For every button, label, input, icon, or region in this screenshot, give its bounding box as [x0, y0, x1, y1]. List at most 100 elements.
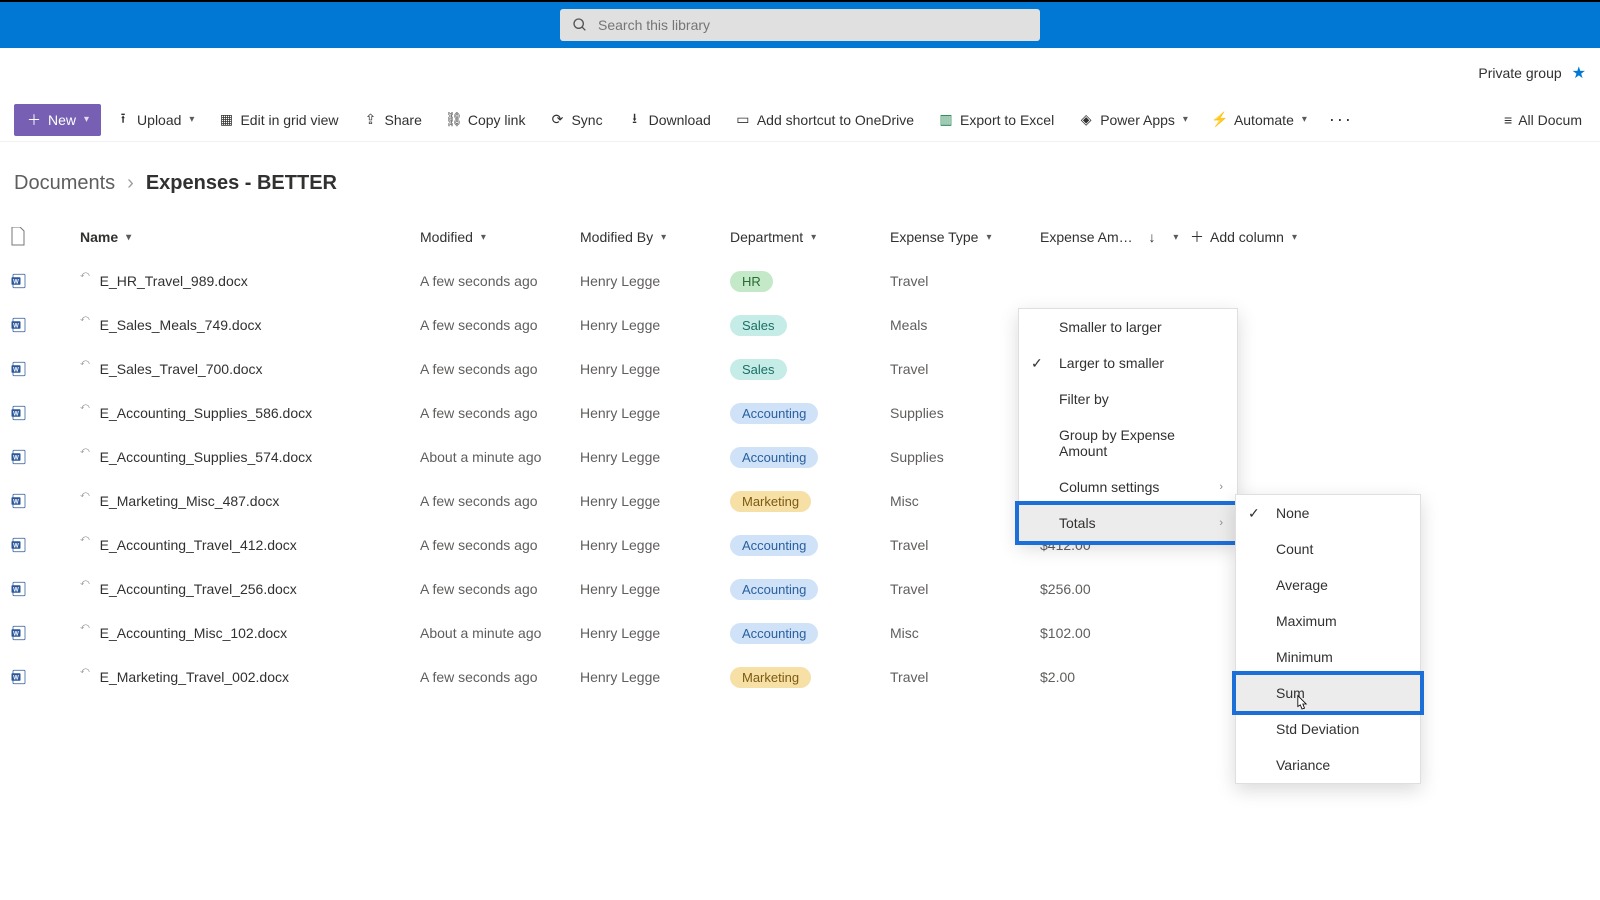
menu-label: Group by Expense Amount [1059, 427, 1223, 459]
column-name[interactable]: Name▾ [80, 229, 420, 245]
suite-header [0, 0, 1600, 48]
modified-cell: About a minute ago [420, 625, 580, 641]
modified-cell: A few seconds ago [420, 273, 580, 289]
file-name: E_Sales_Travel_700.docx [100, 361, 263, 377]
column-expense-amount[interactable]: Expense Am… ↓ ▾ [1040, 229, 1190, 245]
power-apps-button[interactable]: ◈ Power Apps ▾ [1068, 106, 1198, 134]
column-expense-type-label: Expense Type [890, 229, 978, 245]
file-name-cell[interactable]: ⤺E_Accounting_Travel_412.docx [80, 537, 420, 553]
modified-by-cell: Henry Legge [580, 493, 730, 509]
expense-amount-cell: $2.00 [1040, 669, 1190, 685]
file-name-cell[interactable]: ⤺E_Accounting_Travel_256.docx [80, 581, 420, 597]
expense-type-cell: Misc [890, 625, 1040, 641]
expense-type-cell: Travel [890, 669, 1040, 685]
submenu-maximum[interactable]: Maximum [1236, 603, 1420, 639]
upload-button[interactable]: ⭱ Upload ▾ [105, 106, 204, 134]
automate-button[interactable]: ⚡ Automate ▾ [1202, 106, 1317, 134]
file-name-cell[interactable]: ⤺E_Accounting_Misc_102.docx [80, 625, 420, 641]
submenu-variance[interactable]: Variance [1236, 747, 1420, 783]
sync-button[interactable]: ⟳ Sync [539, 106, 612, 134]
add-column-button[interactable]: ＋Add column▾ [1190, 227, 1590, 247]
chevron-down-icon: ▾ [126, 232, 131, 243]
table-row[interactable]: W ⤺E_Accounting_Supplies_574.docxAbout a … [0, 435, 1600, 479]
upload-icon: ⭱ [115, 112, 131, 128]
file-name-cell[interactable]: ⤺E_Sales_Meals_749.docx [80, 317, 420, 333]
column-modified-by[interactable]: Modified By▾ [580, 229, 730, 245]
file-name-cell[interactable]: ⤺E_Sales_Travel_700.docx [80, 361, 420, 377]
department-cell: Sales [730, 359, 890, 380]
submenu-average[interactable]: Average [1236, 567, 1420, 603]
share-button[interactable]: ⇪ Share [353, 106, 432, 134]
share-label: Share [385, 112, 422, 128]
department-cell: Accounting [730, 403, 890, 424]
power-apps-label: Power Apps [1100, 112, 1175, 128]
column-modified-label: Modified [420, 229, 473, 245]
follow-star-icon[interactable]: ★ [1572, 63, 1586, 83]
add-column-label: Add column [1210, 229, 1284, 245]
add-shortcut-button[interactable]: ▭ Add shortcut to OneDrive [725, 106, 924, 134]
department-pill: Marketing [730, 667, 811, 688]
export-excel-button[interactable]: ▥ Export to Excel [928, 106, 1064, 134]
table-row[interactable]: W⤺E_Sales_Travel_700.docxA few seconds a… [0, 347, 1600, 391]
department-pill: Sales [730, 359, 787, 380]
table-row[interactable]: W⤺E_Accounting_Supplies_586.docxA few se… [0, 391, 1600, 435]
file-name-cell[interactable]: ⤺E_Accounting_Supplies_586.docx [80, 405, 420, 421]
chevron-right-icon: › [1219, 481, 1223, 493]
breadcrumb-root[interactable]: Documents [14, 172, 115, 195]
menu-filter-by[interactable]: Filter by [1019, 381, 1237, 417]
file-icon [10, 227, 26, 247]
svg-text:W: W [13, 455, 19, 461]
download-button[interactable]: ⭳ Download [617, 106, 721, 134]
submenu-count[interactable]: Count [1236, 531, 1420, 567]
file-name-cell[interactable]: ⤺E_HR_Travel_989.docx [80, 273, 420, 289]
modified-cell: About a minute ago [420, 449, 580, 465]
column-context-menu: Smaller to larger ✓Larger to smaller Fil… [1018, 308, 1238, 542]
automate-label: Automate [1234, 112, 1294, 128]
menu-column-settings[interactable]: Column settings› [1019, 469, 1237, 505]
shortcut-label: Add shortcut to OneDrive [757, 112, 914, 128]
department-pill: Marketing [730, 491, 811, 512]
menu-group-by[interactable]: Group by Expense Amount [1019, 417, 1237, 469]
table-row[interactable]: W⤺E_HR_Travel_989.docxA few seconds agoH… [0, 259, 1600, 303]
file-name-cell[interactable]: ⤺E_Marketing_Travel_002.docx [80, 669, 420, 685]
new-button[interactable]: ＋ New ▾ [14, 104, 101, 136]
file-name: E_Marketing_Travel_002.docx [100, 669, 289, 685]
file-name-cell[interactable]: ⤺E_Marketing_Misc_487.docx [80, 493, 420, 509]
submenu-minimum[interactable]: Minimum [1236, 639, 1420, 675]
submenu-std-deviation[interactable]: Std Deviation [1236, 711, 1420, 747]
overflow-menu-button[interactable]: ··· [1321, 105, 1361, 134]
file-name: E_Accounting_Supplies_574.docx [100, 449, 313, 465]
column-filetype[interactable] [10, 227, 80, 247]
submenu-none[interactable]: ✓None [1236, 495, 1420, 531]
views-button[interactable]: ≡ All Docum [1500, 106, 1586, 134]
submenu-label: Maximum [1276, 613, 1337, 629]
file-type-cell: W [10, 536, 80, 554]
column-expense-type[interactable]: Expense Type▾ [890, 229, 1040, 245]
menu-totals[interactable]: Totals› [1019, 505, 1237, 541]
copy-link-button[interactable]: ⛓ Copy link [436, 106, 536, 134]
sync-indicator-icon: ⤺ [80, 401, 90, 412]
submenu-label: Minimum [1276, 649, 1333, 665]
svg-text:W: W [13, 279, 19, 285]
modified-cell: A few seconds ago [420, 669, 580, 685]
column-modified[interactable]: Modified▾ [420, 229, 580, 245]
modified-by-cell: Henry Legge [580, 669, 730, 685]
table-row[interactable]: W⤺E_Sales_Meals_749.docxA few seconds ag… [0, 303, 1600, 347]
column-department[interactable]: Department▾ [730, 229, 890, 245]
search-icon [572, 17, 588, 33]
views-label: All Docum [1518, 112, 1582, 128]
menu-larger-to-smaller[interactable]: ✓Larger to smaller [1019, 345, 1237, 381]
chevron-right-icon: › [127, 172, 134, 195]
submenu-sum[interactable]: Sum [1236, 675, 1420, 711]
menu-smaller-to-larger[interactable]: Smaller to larger [1019, 309, 1237, 345]
edit-grid-button[interactable]: ▦ Edit in grid view [208, 106, 348, 134]
search-input[interactable] [598, 17, 1028, 33]
sync-indicator-icon: ⤺ [80, 533, 90, 544]
department-cell: Marketing [730, 667, 890, 688]
search-box[interactable] [560, 9, 1040, 41]
file-name: E_Marketing_Misc_487.docx [100, 493, 280, 509]
column-department-label: Department [730, 229, 803, 245]
site-header: Private group ★ [0, 48, 1600, 98]
file-name-cell[interactable]: ⤺E_Accounting_Supplies_574.docx [80, 449, 420, 465]
command-bar: ＋ New ▾ ⭱ Upload ▾ ▦ Edit in grid view ⇪… [0, 98, 1600, 142]
